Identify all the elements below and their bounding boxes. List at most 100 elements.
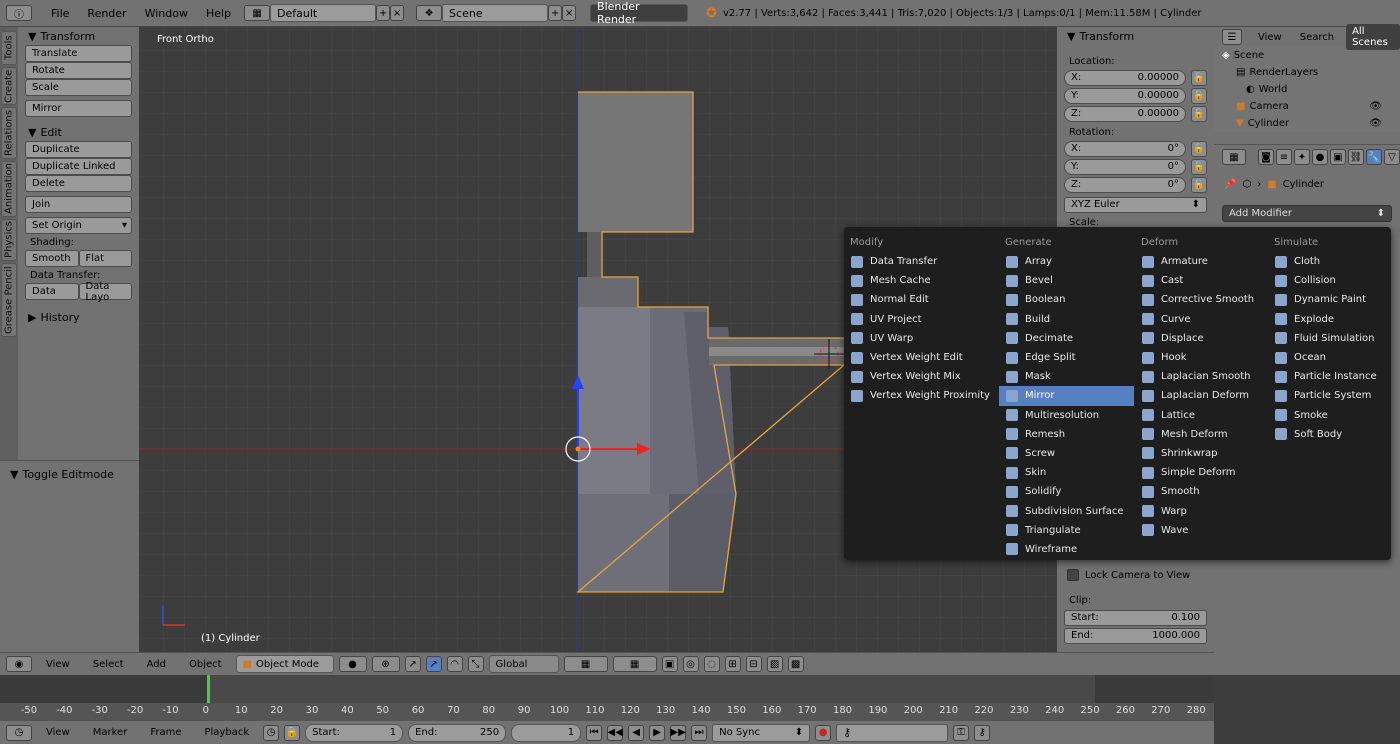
scale-button[interactable]: Scale bbox=[25, 79, 132, 96]
timeline[interactable]: -50 -40 -30 -20 -10 0 10 20 30 40 50 60 70 80 90 100 110… bbox=[0, 675, 1214, 720]
manipulator-toggle-icon[interactable]: ↗ bbox=[404, 656, 421, 672]
remove-layout-icon[interactable]: × bbox=[390, 5, 405, 21]
scene-field[interactable]: Scene bbox=[442, 4, 549, 22]
outliner-search-menu[interactable]: Search bbox=[1300, 32, 1334, 43]
location-x-field[interactable]: X: 0.00000 bbox=[1064, 69, 1186, 86]
join-button[interactable]: Join bbox=[25, 196, 132, 213]
menu-help[interactable]: Help bbox=[197, 7, 240, 20]
menu-item-subdivision-surface[interactable]: Subdivision Surface bbox=[999, 501, 1134, 520]
lock-layers-icon[interactable]: ▣ bbox=[661, 656, 678, 672]
menu-item-screw[interactable]: Screw bbox=[999, 444, 1134, 463]
menu-item-particle-system[interactable]: Particle System bbox=[1268, 386, 1388, 405]
menu-item-mesh-deform[interactable]: Mesh Deform bbox=[1135, 425, 1267, 444]
tab-create[interactable]: Create bbox=[1, 67, 17, 105]
menu-item-smooth[interactable]: Smooth bbox=[1135, 482, 1267, 501]
jump-end-icon[interactable]: ⏭ bbox=[691, 724, 708, 741]
view3d-editor-icon[interactable]: ◉ bbox=[6, 656, 32, 672]
transform-props-header[interactable]: ▼ Transform bbox=[1057, 27, 1214, 45]
add-modifier-select[interactable]: Add Modifier ⬍ bbox=[1222, 205, 1392, 222]
layers-icon[interactable]: ▦ bbox=[563, 656, 608, 672]
menu-item-decimate[interactable]: Decimate bbox=[999, 329, 1134, 348]
tab-grease-pencil[interactable]: Grease Pencil bbox=[1, 263, 17, 337]
menu-window[interactable]: Window bbox=[136, 7, 197, 20]
outliner-item-world[interactable]: ◐ World bbox=[1222, 81, 1400, 98]
sync-select[interactable]: No Sync ⬍ bbox=[712, 723, 811, 742]
play-icon[interactable]: ▶ bbox=[649, 724, 666, 741]
lock-icon[interactable]: 🔓 bbox=[1191, 176, 1207, 193]
jump-key-forward-icon[interactable]: ▶▶ bbox=[670, 724, 687, 741]
menu-item-curve[interactable]: Curve bbox=[1135, 310, 1267, 329]
add-menu[interactable]: Add bbox=[138, 659, 175, 670]
outliner-item-cylinder[interactable]: ▼ Cylinder 👁 bbox=[1222, 115, 1400, 132]
menu-item-triangulate[interactable]: Triangulate bbox=[999, 521, 1134, 540]
menu-item-remesh[interactable]: Remesh bbox=[999, 425, 1134, 444]
orientation-select[interactable]: Global bbox=[488, 655, 559, 673]
preview-range-icon[interactable]: ◷ bbox=[263, 724, 280, 741]
timeline-view-menu[interactable]: View bbox=[37, 727, 79, 738]
menu-item-vertex-weight-proximity[interactable]: Vertex Weight Proximity bbox=[844, 386, 998, 405]
menu-file[interactable]: File bbox=[42, 7, 78, 20]
outliner-editor-icon[interactable]: ☰ bbox=[1222, 29, 1242, 45]
view-menu[interactable]: View bbox=[37, 659, 79, 670]
opengl-render-icon[interactable]: ▨ bbox=[766, 656, 783, 672]
outliner-item-renderlayers[interactable]: ▤ RenderLayers bbox=[1222, 64, 1400, 81]
translate-button[interactable]: Translate bbox=[25, 45, 132, 62]
tab-relations[interactable]: Relations bbox=[1, 107, 17, 159]
menu-item-data-transfer[interactable]: Data Transfer bbox=[844, 252, 998, 271]
menu-item-shrinkwrap[interactable]: Shrinkwrap bbox=[1135, 444, 1267, 463]
menu-item-soft-body[interactable]: Soft Body bbox=[1268, 425, 1388, 444]
add-layout-icon[interactable]: + bbox=[376, 5, 391, 21]
menu-item-multiresolution[interactable]: Multiresolution bbox=[999, 406, 1134, 425]
pin-icon[interactable]: 📌 bbox=[1224, 179, 1236, 190]
menu-item-lattice[interactable]: Lattice bbox=[1135, 406, 1267, 425]
add-scene-icon[interactable]: + bbox=[548, 5, 563, 21]
mirror-button[interactable]: Mirror bbox=[25, 100, 132, 117]
data-tab-icon[interactable]: ▽ bbox=[1384, 149, 1400, 165]
layout-field[interactable]: Default bbox=[270, 4, 377, 22]
edit-panel-header[interactable]: ▼ Edit bbox=[18, 123, 139, 141]
rotation-y-field[interactable]: Y: 0° bbox=[1064, 158, 1186, 175]
lock-icon[interactable]: 🔓 bbox=[1191, 158, 1207, 175]
layers-tab-icon[interactable]: ≡ bbox=[1276, 149, 1292, 165]
outliner-view-menu[interactable]: View bbox=[1258, 32, 1282, 43]
play-reverse-icon[interactable]: ◀ bbox=[628, 724, 645, 741]
tab-tools[interactable]: Tools bbox=[1, 31, 17, 65]
rotate-manip-icon[interactable]: ◠ bbox=[446, 656, 463, 672]
delete-button[interactable]: Delete bbox=[25, 175, 132, 192]
menu-item-solidify[interactable]: Solidify bbox=[999, 482, 1134, 501]
menu-render[interactable]: Render bbox=[78, 7, 135, 20]
insert-keyframe-icon[interactable]: ⚿ bbox=[953, 724, 970, 741]
eye-icon[interactable]: 👁 bbox=[1369, 101, 1382, 112]
menu-item-bevel[interactable]: Bevel bbox=[999, 271, 1134, 290]
select-menu[interactable]: Select bbox=[84, 659, 133, 670]
current-frame-field[interactable]: 1 bbox=[511, 723, 582, 742]
pivot-icon[interactable]: ⊕ bbox=[371, 656, 400, 672]
menu-item-edge-split[interactable]: Edge Split bbox=[999, 348, 1134, 367]
layout-icon[interactable]: ▦ bbox=[244, 5, 271, 21]
record-icon[interactable]: ● bbox=[815, 724, 832, 741]
duplicate-linked-button[interactable]: Duplicate Linked bbox=[25, 158, 132, 175]
history-panel-header[interactable]: ▶ History bbox=[18, 308, 139, 326]
menu-item-laplacian-deform[interactable]: Laplacian Deform bbox=[1135, 386, 1267, 405]
shading-icon[interactable]: ● bbox=[338, 656, 367, 672]
menu-item-mesh-cache[interactable]: Mesh Cache bbox=[844, 271, 998, 290]
scene-tab-icon[interactable]: ✦ bbox=[1294, 149, 1310, 165]
menu-item-mask[interactable]: Mask bbox=[999, 367, 1134, 386]
render-engine-select[interactable]: Blender Render bbox=[590, 0, 689, 26]
layers-icon[interactable]: ▦ bbox=[612, 656, 657, 672]
properties-editor-icon[interactable]: ▦ bbox=[1222, 149, 1246, 165]
location-z-field[interactable]: Z: 0.00000 bbox=[1064, 105, 1186, 122]
playback-menu[interactable]: Playback bbox=[195, 727, 258, 738]
menu-item-dynamic-paint[interactable]: Dynamic Paint bbox=[1268, 290, 1388, 309]
scene-icon[interactable]: ❖ bbox=[416, 5, 443, 21]
menu-item-wireframe[interactable]: Wireframe bbox=[999, 540, 1134, 559]
start-frame-field[interactable]: Start: 1 bbox=[305, 723, 404, 742]
mode-select[interactable]: ■ Object Mode bbox=[235, 655, 334, 673]
menu-item-particle-instance[interactable]: Particle Instance bbox=[1268, 367, 1388, 386]
tab-animation[interactable]: Animation bbox=[1, 161, 17, 217]
lock-camera-checkbox[interactable]: Lock Camera to View bbox=[1067, 569, 1190, 581]
object-tab-icon[interactable]: ▣ bbox=[1330, 149, 1346, 165]
menu-item-array[interactable]: Array bbox=[999, 252, 1134, 271]
menu-item-normal-edit[interactable]: Normal Edit bbox=[844, 290, 998, 309]
menu-item-displace[interactable]: Displace bbox=[1135, 329, 1267, 348]
